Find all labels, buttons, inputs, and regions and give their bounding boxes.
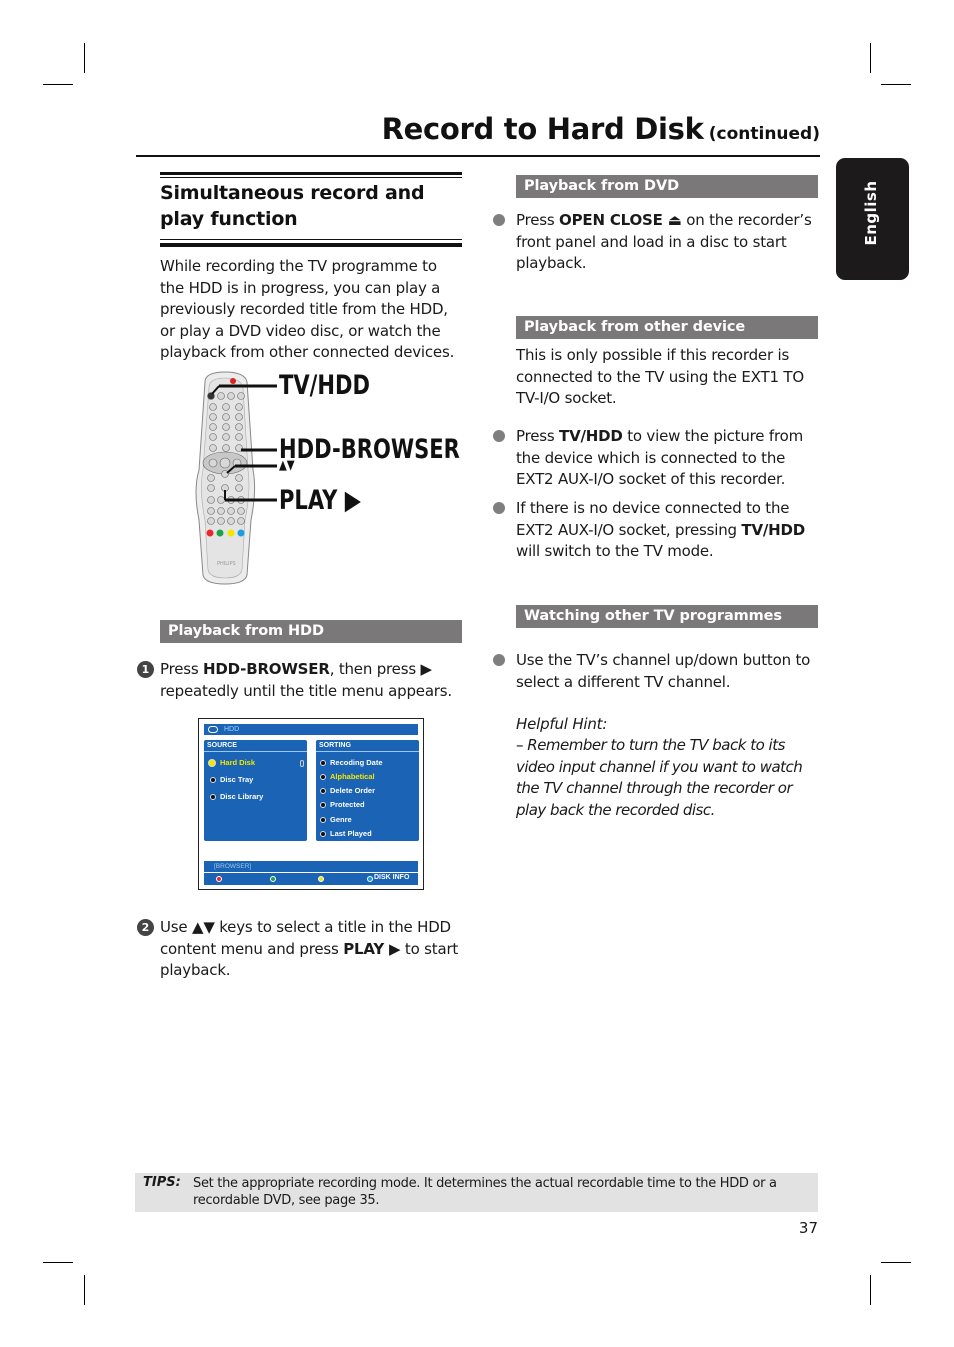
- sorting-item[interactable]: Last Played: [320, 829, 372, 838]
- section-bar-playback-other: Playback from other device: [516, 316, 818, 339]
- step-1-bold: HDD-BROWSER: [203, 660, 330, 678]
- step-number-1: 1: [137, 661, 154, 678]
- section-bar-watching: Watching other TV programmes: [516, 605, 818, 628]
- menu-topbar: HDD: [204, 724, 418, 735]
- heading-rule-top: [160, 172, 462, 175]
- language-tab: English: [836, 158, 909, 280]
- sorting-header: SORTING: [316, 740, 419, 752]
- page-number: 37: [798, 1219, 818, 1237]
- disk-icon: [208, 759, 216, 768]
- bullet-icon: [493, 214, 505, 226]
- sorting-item[interactable]: Alphabetical: [320, 772, 375, 781]
- source-item-disc-tray[interactable]: Disc Tray: [210, 775, 253, 784]
- bullet-icon: [493, 502, 505, 514]
- section-heading: Simultaneous record and play function: [160, 182, 425, 230]
- hdd-icon: [208, 726, 218, 733]
- yellow-key-icon[interactable]: [318, 876, 324, 882]
- other-device-bullet-2: If there is no device connected to the E…: [516, 499, 805, 560]
- step-number-2: 2: [137, 919, 154, 936]
- heading-rule-top-thin: [160, 177, 462, 178]
- step-1-text: Press HDD-BROWSER, then press ▶ repeated…: [160, 659, 465, 702]
- page-title-continued: (continued): [708, 124, 820, 144]
- callout-hdd-browser: HDD-BROWSER: [279, 434, 460, 465]
- crop-mark: [43, 84, 73, 85]
- red-key-icon[interactable]: [216, 876, 222, 882]
- helpful-hint-text: – Remember to turn the TV back to its vi…: [516, 736, 803, 819]
- remote-brand: PHILIPS: [217, 561, 236, 567]
- crop-mark: [881, 1262, 911, 1263]
- callout-tv-hdd: TV/HDD: [279, 370, 370, 401]
- crop-mark: [870, 1275, 871, 1305]
- section-bar-playback-dvd: Playback from DVD: [516, 175, 818, 198]
- title-rule: [136, 155, 820, 157]
- open-close-label: OPEN CLOSE ⏏: [559, 211, 682, 229]
- watching-bullet: Use the TV’s channel up/down button to s…: [516, 651, 811, 691]
- callout-up-down: ▲▼: [279, 458, 295, 473]
- source-item-disc-library[interactable]: Disc Library: [210, 792, 263, 801]
- remote-control-illustration: PHILIPS TV/HDD HDD-BROWSER ▲▼ PLAY ▶: [195, 370, 465, 590]
- disk-info-label: DISK INFO: [374, 874, 410, 881]
- source-header: SOURCE: [204, 740, 307, 752]
- tips-box: TIPS: Set the appropriate recording mode…: [135, 1173, 818, 1212]
- menu-top-label: HDD: [224, 726, 240, 733]
- blue-key-icon[interactable]: [367, 876, 373, 882]
- step-2-text: Use ▲▼ keys to select a title in the HDD…: [160, 917, 465, 982]
- intro-paragraph: While recording the TV programme to the …: [160, 257, 455, 361]
- scroll-indicator-icon: [300, 760, 304, 767]
- bullet-icon: [493, 654, 505, 666]
- step-1-pre: Press: [160, 660, 204, 678]
- source-item-hard-disk[interactable]: Hard Disk: [208, 758, 255, 768]
- sorting-item[interactable]: Delete Order: [320, 786, 375, 795]
- menu-status-bar: [BROWSER]: [204, 861, 418, 872]
- callout-play: PLAY ▶: [279, 485, 361, 516]
- page-title: Record to Hard Disk (continued): [136, 112, 820, 146]
- sorting-item[interactable]: Recoding Date: [320, 758, 383, 767]
- crop-mark: [84, 43, 85, 73]
- crop-mark: [881, 84, 911, 85]
- bullet-icon: [493, 430, 505, 442]
- page-title-main: Record to Hard Disk: [381, 112, 704, 146]
- green-key-icon[interactable]: [270, 876, 276, 882]
- crop-mark: [43, 1262, 73, 1263]
- tips-label: TIPS:: [143, 1175, 181, 1190]
- dvd-text: Press OPEN CLOSE ⏏ on the recorder’s fro…: [516, 211, 812, 272]
- crop-mark: [870, 43, 871, 73]
- sorting-item[interactable]: Protected: [320, 800, 365, 809]
- sorting-item[interactable]: Genre: [320, 815, 352, 824]
- remote-control-svg: PHILIPS: [195, 371, 277, 585]
- source-panel: SOURCE Hard Disk Disc Tray Disc Library: [204, 740, 307, 841]
- heading-rule-bottom-thin: [160, 239, 462, 240]
- heading-rule-bottom: [160, 243, 462, 247]
- step-2-bold: PLAY ▶: [343, 939, 401, 958]
- section-bar-playback-hdd: Playback from HDD: [160, 620, 462, 643]
- hdd-browser-menu: HDD SOURCE Hard Disk Disc Tray Disc Libr…: [198, 718, 424, 890]
- other-device-intro: This is only possible if this recorder i…: [516, 346, 804, 407]
- tips-text: Set the appropriate recording mode. It d…: [193, 1176, 777, 1208]
- sorting-panel: SORTING Recoding Date Alphabetical Delet…: [316, 740, 419, 841]
- language-tab-label: English: [861, 180, 880, 246]
- other-device-bullet-1: Press TV/HDD to view the picture from th…: [516, 427, 803, 488]
- menu-color-keys: DISK INFO: [204, 873, 418, 885]
- helpful-hint-title: Helpful Hint:: [516, 715, 608, 733]
- crop-mark: [84, 1275, 85, 1305]
